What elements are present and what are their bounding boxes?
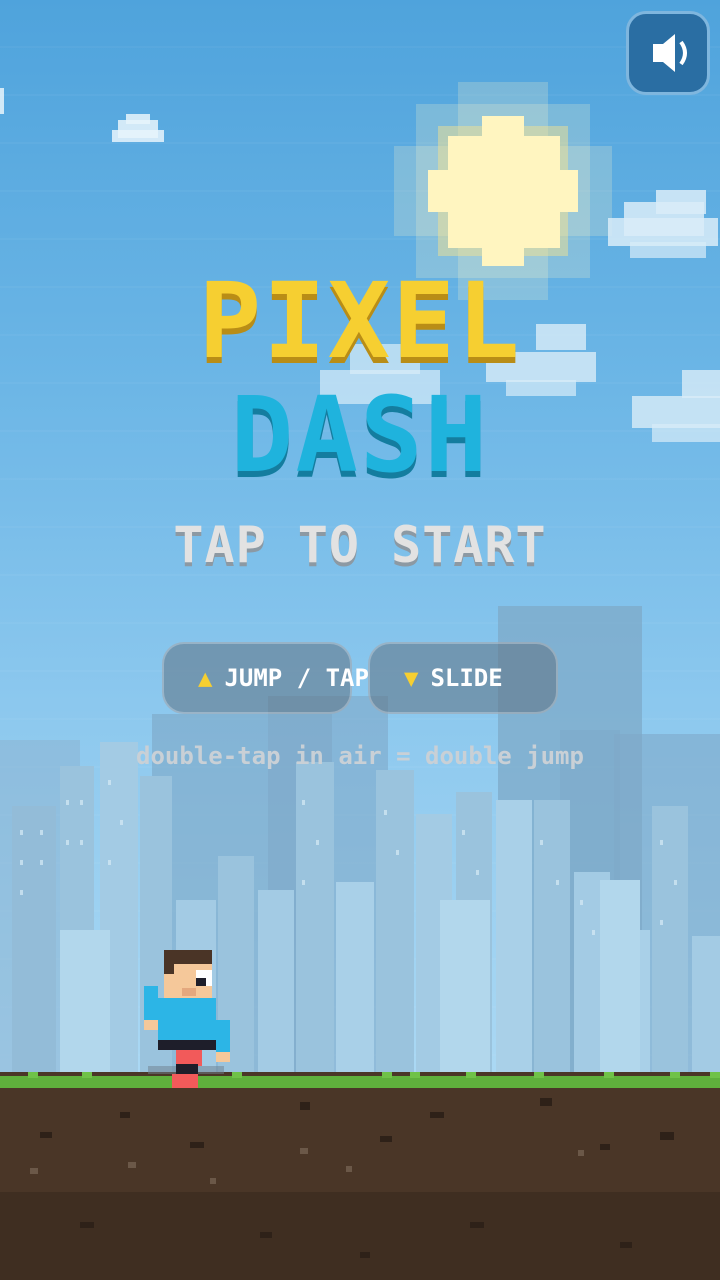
tap-to-start-prompt[interactable]: TAP TO START xyxy=(0,516,720,574)
up-triangle-icon: ▲ xyxy=(198,664,213,692)
slide-control-pill: ▼ SLIDE xyxy=(368,642,558,714)
speaker-icon xyxy=(653,34,687,72)
jump-control-pill: ▲ JUMP / TAP xyxy=(162,642,369,714)
sound-toggle-button[interactable] xyxy=(626,11,710,95)
cloud xyxy=(112,114,164,142)
game-title-dash: DASH xyxy=(230,374,490,496)
game-scene[interactable]: PIXEL DASH TAP TO START ▲ JUMP / TAP ▼ SLI… xyxy=(0,0,720,1280)
double-jump-hint: double-tap in air = double jump xyxy=(136,742,584,770)
slide-label: SLIDE xyxy=(430,664,503,692)
cloud xyxy=(0,88,4,114)
ground xyxy=(0,1072,720,1280)
game-title-pixel: PIXEL xyxy=(198,260,522,382)
runner-character xyxy=(144,950,230,1088)
down-triangle-icon: ▼ xyxy=(404,664,419,692)
cloud xyxy=(608,190,718,258)
jump-label: JUMP / TAP xyxy=(224,664,369,692)
